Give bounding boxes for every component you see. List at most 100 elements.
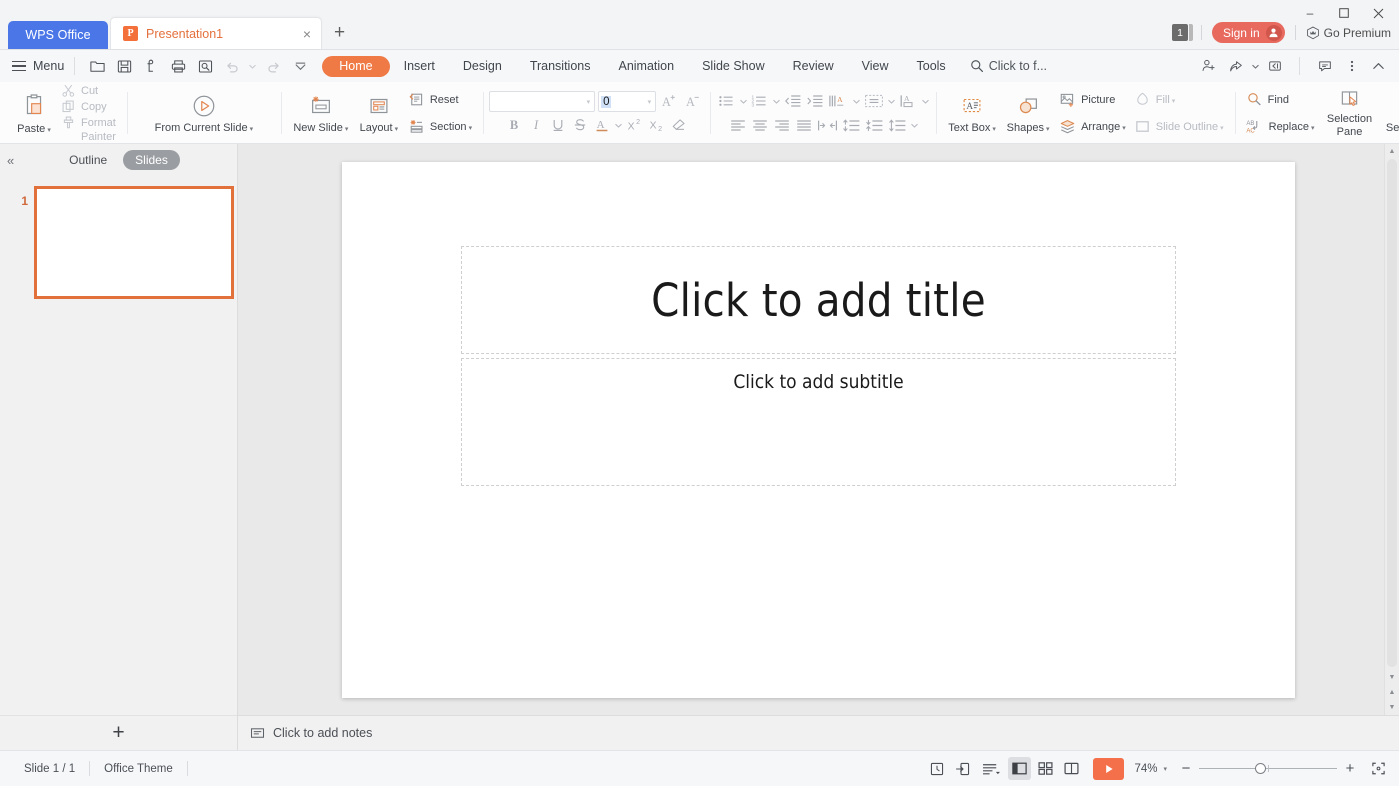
align-text-dropdown-icon[interactable]: [886, 91, 896, 111]
font-name-input[interactable]: ▾: [489, 91, 595, 112]
reading-view-icon[interactable]: [1060, 757, 1083, 780]
columns-dropdown-icon[interactable]: [920, 91, 930, 111]
align-left-icon[interactable]: [727, 115, 748, 135]
bullets-icon[interactable]: [716, 91, 737, 111]
vertical-scrollbar[interactable]: ▲ ▼ ▲ ▼: [1384, 144, 1399, 715]
wps-office-button[interactable]: WPS Office: [8, 21, 108, 49]
find-button[interactable]: Find: [1242, 87, 1319, 113]
start-slideshow-button[interactable]: [1093, 758, 1124, 780]
theme-name[interactable]: Office Theme: [90, 763, 187, 775]
slide-thumbnail-1[interactable]: [34, 186, 234, 299]
columns-icon[interactable]: A: [897, 91, 919, 111]
document-count-badge[interactable]: 1: [1172, 24, 1188, 41]
open-icon[interactable]: [85, 54, 109, 78]
paste-button[interactable]: Paste▾: [11, 85, 57, 141]
next-slide-icon[interactable]: ▼: [1385, 700, 1399, 715]
superscript-button[interactable]: X2: [625, 115, 646, 135]
scroll-up-icon[interactable]: ▲: [1385, 144, 1399, 159]
line-spacing-dropdown-icon[interactable]: [909, 115, 919, 135]
undo-dropdown-icon[interactable]: [247, 54, 258, 78]
italic-button[interactable]: I: [526, 115, 547, 135]
redo-icon[interactable]: [261, 54, 285, 78]
close-window-icon[interactable]: [1361, 2, 1395, 24]
decrease-indent-icon[interactable]: [782, 91, 803, 111]
tab-slides[interactable]: Slides: [123, 150, 180, 170]
subscript-button[interactable]: X2: [647, 115, 668, 135]
search-button[interactable]: Click to f...: [970, 59, 1047, 73]
grow-font-button[interactable]: A: [659, 92, 680, 112]
collapse-panel-icon[interactable]: «: [7, 153, 14, 168]
copy-button[interactable]: Copy: [57, 99, 120, 114]
new-slide-button[interactable]: New Slide▾: [288, 85, 354, 141]
bullets-dropdown-icon[interactable]: [738, 91, 748, 111]
strikethrough-button[interactable]: [570, 115, 591, 135]
slide-timing-icon[interactable]: [925, 757, 948, 780]
comment-icon[interactable]: [1312, 54, 1337, 78]
outline-view-icon[interactable]: [977, 757, 1005, 780]
fit-window-icon[interactable]: [1367, 758, 1389, 780]
text-direction-dropdown-icon[interactable]: [851, 91, 861, 111]
minimize-icon[interactable]: –: [1293, 2, 1327, 24]
subtitle-placeholder[interactable]: Click to add subtitle: [461, 358, 1176, 486]
tab-insert[interactable]: Insert: [390, 56, 449, 77]
tab-transitions[interactable]: Transitions: [516, 56, 605, 77]
print-icon[interactable]: [166, 54, 190, 78]
new-tab-button[interactable]: +: [322, 17, 357, 49]
go-premium-button[interactable]: Go Premium: [1306, 26, 1391, 40]
collapse-ribbon-icon[interactable]: [1366, 54, 1391, 78]
undo-icon[interactable]: [220, 54, 244, 78]
slide-canvas[interactable]: Click to add title Click to add subtitle…: [238, 144, 1399, 715]
section-button[interactable]: Section▾: [404, 114, 476, 140]
share-dropdown-icon[interactable]: [1250, 54, 1260, 78]
tab-tools[interactable]: Tools: [903, 56, 960, 77]
document-tab-presentation1[interactable]: P Presentation1 ×: [110, 17, 322, 49]
slide-sorter-icon[interactable]: [1034, 757, 1057, 780]
fit-slide-icon[interactable]: [951, 757, 974, 780]
notes-pane[interactable]: Click to add notes: [238, 715, 1399, 750]
numbering-dropdown-icon[interactable]: [771, 91, 781, 111]
increase-indent-icon[interactable]: [804, 91, 825, 111]
scroll-down-icon[interactable]: ▼: [1385, 670, 1399, 685]
slide-surface[interactable]: Click to add title Click to add subtitle: [342, 162, 1295, 698]
share-icon[interactable]: [1223, 54, 1248, 78]
underline-button[interactable]: [548, 115, 569, 135]
tab-slide-show[interactable]: Slide Show: [688, 56, 779, 77]
menu-button[interactable]: Menu: [12, 59, 64, 73]
tab-home[interactable]: Home: [322, 56, 389, 77]
text-box-button[interactable]: A Text Box▾: [943, 85, 1001, 141]
tab-animation[interactable]: Animation: [604, 56, 688, 77]
distribute-icon[interactable]: [815, 115, 839, 135]
line-spacing-up-icon[interactable]: [840, 115, 862, 135]
tab-review[interactable]: Review: [779, 56, 848, 77]
maximize-icon[interactable]: [1327, 2, 1361, 24]
slide-counter[interactable]: Slide 1 / 1: [10, 763, 89, 775]
save-icon[interactable]: [112, 54, 136, 78]
align-right-icon[interactable]: [771, 115, 792, 135]
bold-button[interactable]: B: [504, 115, 525, 135]
text-direction-icon[interactable]: A: [826, 91, 850, 111]
zoom-level-button[interactable]: 74% ▾: [1134, 763, 1167, 775]
align-center-icon[interactable]: [749, 115, 770, 135]
replace-button[interactable]: ABAC Replace▾: [1242, 114, 1319, 140]
font-size-input[interactable]: 0 ▾: [598, 91, 656, 112]
tab-view[interactable]: View: [848, 56, 903, 77]
selection-pane-button[interactable]: Selection Pane: [1319, 85, 1381, 141]
arrange-button[interactable]: Arrange▾: [1055, 114, 1130, 140]
title-placeholder[interactable]: Click to add title: [461, 246, 1176, 354]
print-preview-icon[interactable]: [193, 54, 217, 78]
reset-button[interactable]: Reset: [404, 87, 476, 113]
sign-in-button[interactable]: Sign in: [1212, 22, 1285, 43]
previous-slide-icon[interactable]: ▲: [1385, 685, 1399, 700]
zoom-slider-knob[interactable]: [1255, 763, 1266, 774]
font-color-button[interactable]: A: [592, 115, 613, 135]
line-spacing-icon[interactable]: [886, 115, 908, 135]
layout-button[interactable]: Layout▾: [354, 85, 404, 141]
chevron-down-icon[interactable]: ▾: [587, 98, 591, 106]
shapes-button[interactable]: Shapes▾: [1001, 85, 1055, 141]
format-painter-button[interactable]: Format: [57, 115, 120, 130]
picture-button[interactable]: Picture: [1055, 87, 1130, 113]
chevron-down-icon[interactable]: ▾: [648, 98, 652, 106]
slide-outline-button[interactable]: Slide Outline▾: [1130, 114, 1228, 140]
print-direct-icon[interactable]: [139, 54, 163, 78]
font-color-dropdown-icon[interactable]: [614, 115, 624, 135]
